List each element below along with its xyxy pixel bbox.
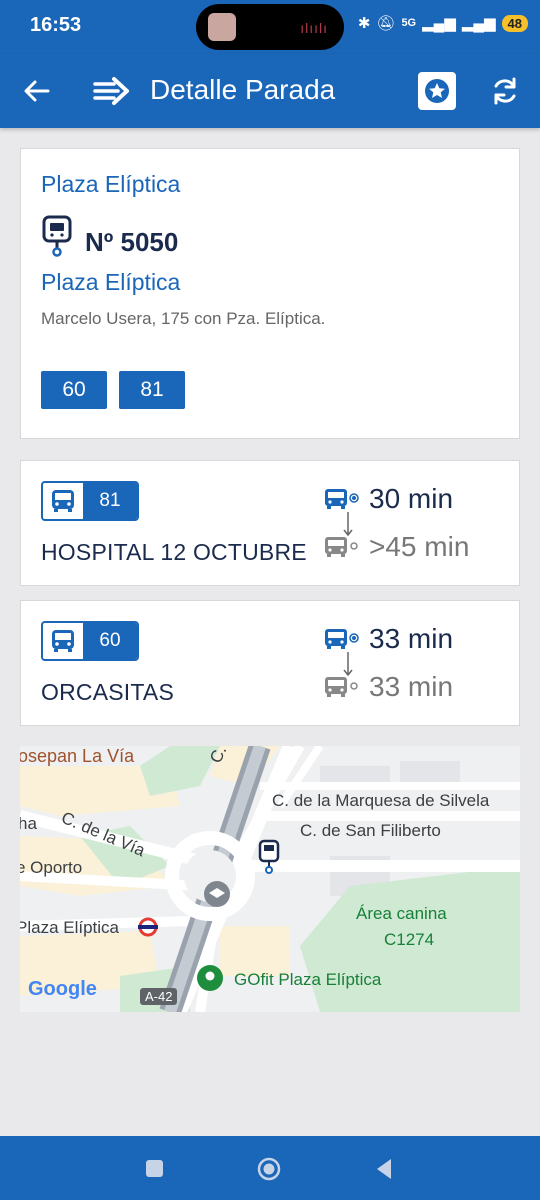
refresh-icon[interactable] (488, 74, 522, 108)
map-label-oporto: e Oporto (20, 858, 83, 877)
following-arrival: 33 min (323, 671, 453, 703)
app-bar: Detalle Parada (0, 54, 540, 128)
page-title: Detalle Parada (150, 74, 336, 105)
signal-icon: ▂▄▆ (422, 15, 456, 32)
favorite-button[interactable] (418, 72, 456, 110)
bluetooth-icon: ✱ (357, 15, 371, 32)
media-thumbnail (208, 13, 236, 41)
stop-name-heading: Plaza Elíptica (41, 171, 181, 197)
map-label-josepan: osepan La Vía (20, 746, 135, 766)
map-label-filiberto: C. de San Filiberto (300, 821, 441, 840)
signal-icon-2: ▂▄▆ (461, 15, 496, 32)
route-badge: 81 (41, 481, 139, 521)
bus-stop-icon (42, 215, 72, 257)
map-label-a42: A-42 (140, 988, 178, 1005)
destination: HOSPITAL 12 OCTUBRE (41, 539, 307, 565)
following-arrival: >45 min (323, 531, 469, 563)
recents-icon[interactable] (146, 1160, 163, 1177)
stop-address: Marcelo Usera, 175 con Pza. Elíptica. (41, 309, 326, 328)
bus-icon (43, 483, 83, 519)
next-arrival-time: 33 min (369, 623, 454, 654)
bus-approaching-icon (325, 489, 359, 509)
map-label-c1274: C1274 (384, 930, 435, 949)
battery-indicator: 48 (501, 14, 528, 32)
map-label-marquesa: C. de la Marquesa de Silvela (272, 791, 490, 810)
stop-number: Nº 5050 (85, 227, 179, 257)
route-number: 81 (83, 483, 137, 519)
stop-map[interactable]: osepan La Vía C. de C. de la Marquesa de… (20, 746, 520, 1012)
star-icon (425, 79, 449, 103)
stop-lines: 60 81 (41, 371, 185, 409)
bus-following-icon (325, 677, 358, 697)
google-logo: Google (28, 978, 97, 1000)
home-icon[interactable] (257, 1157, 281, 1181)
map-label-ha: ha (20, 814, 37, 833)
next-arrival-time: 30 min (369, 483, 454, 514)
stop-info-card: Plaza Elíptica Nº 5050 Plaza Elíptica Ma… (20, 148, 520, 439)
route-badge: 60 (41, 621, 139, 661)
mute-icon: 🔕︎ (376, 15, 396, 32)
following-arrival-time: 33 min (369, 671, 454, 702)
back-arrow-icon[interactable] (20, 74, 54, 108)
bus-approaching-icon (325, 629, 359, 649)
route-number: 60 (83, 623, 137, 659)
destination: ORCASITAS (41, 679, 175, 705)
system-nav-bar (0, 1136, 540, 1200)
arrival-card-81[interactable]: 81 HOSPITAL 12 OCTUBRE 30 min >45 min (20, 460, 520, 586)
stop-name: Plaza Elíptica (41, 269, 181, 295)
back-triangle-icon[interactable] (374, 1157, 394, 1181)
bus-icon (43, 623, 83, 659)
status-time: 16:53 (30, 14, 82, 36)
audio-wave-icon: ılıılı (300, 20, 328, 36)
arrival-card-60[interactable]: 60 ORCASITAS 33 min 33 min (20, 600, 520, 726)
status-icons: ✱ 🔕︎ 5G ▂▄▆ ▂▄▆ 48 (358, 14, 528, 32)
map-label-gofit: GOfit Plaza Elíptica (234, 970, 382, 989)
line-badge-81[interactable]: 81 (119, 371, 185, 409)
status-bar: 16:53 ılıılı ✱ 🔕︎ 5G ▂▄▆ ▂▄▆ 48 (0, 0, 540, 54)
map-label-plaza-eliptica: Plaza Elíptica (20, 918, 119, 937)
network-type: 5G (401, 17, 417, 29)
following-arrival-time: >45 min (369, 531, 470, 562)
map-label-area-canina: Área canina (356, 904, 447, 923)
dynamic-island: ılıılı (196, 4, 344, 50)
line-badge-60[interactable]: 60 (41, 371, 107, 409)
bus-following-icon (325, 537, 358, 557)
app-logo-icon (93, 77, 129, 105)
